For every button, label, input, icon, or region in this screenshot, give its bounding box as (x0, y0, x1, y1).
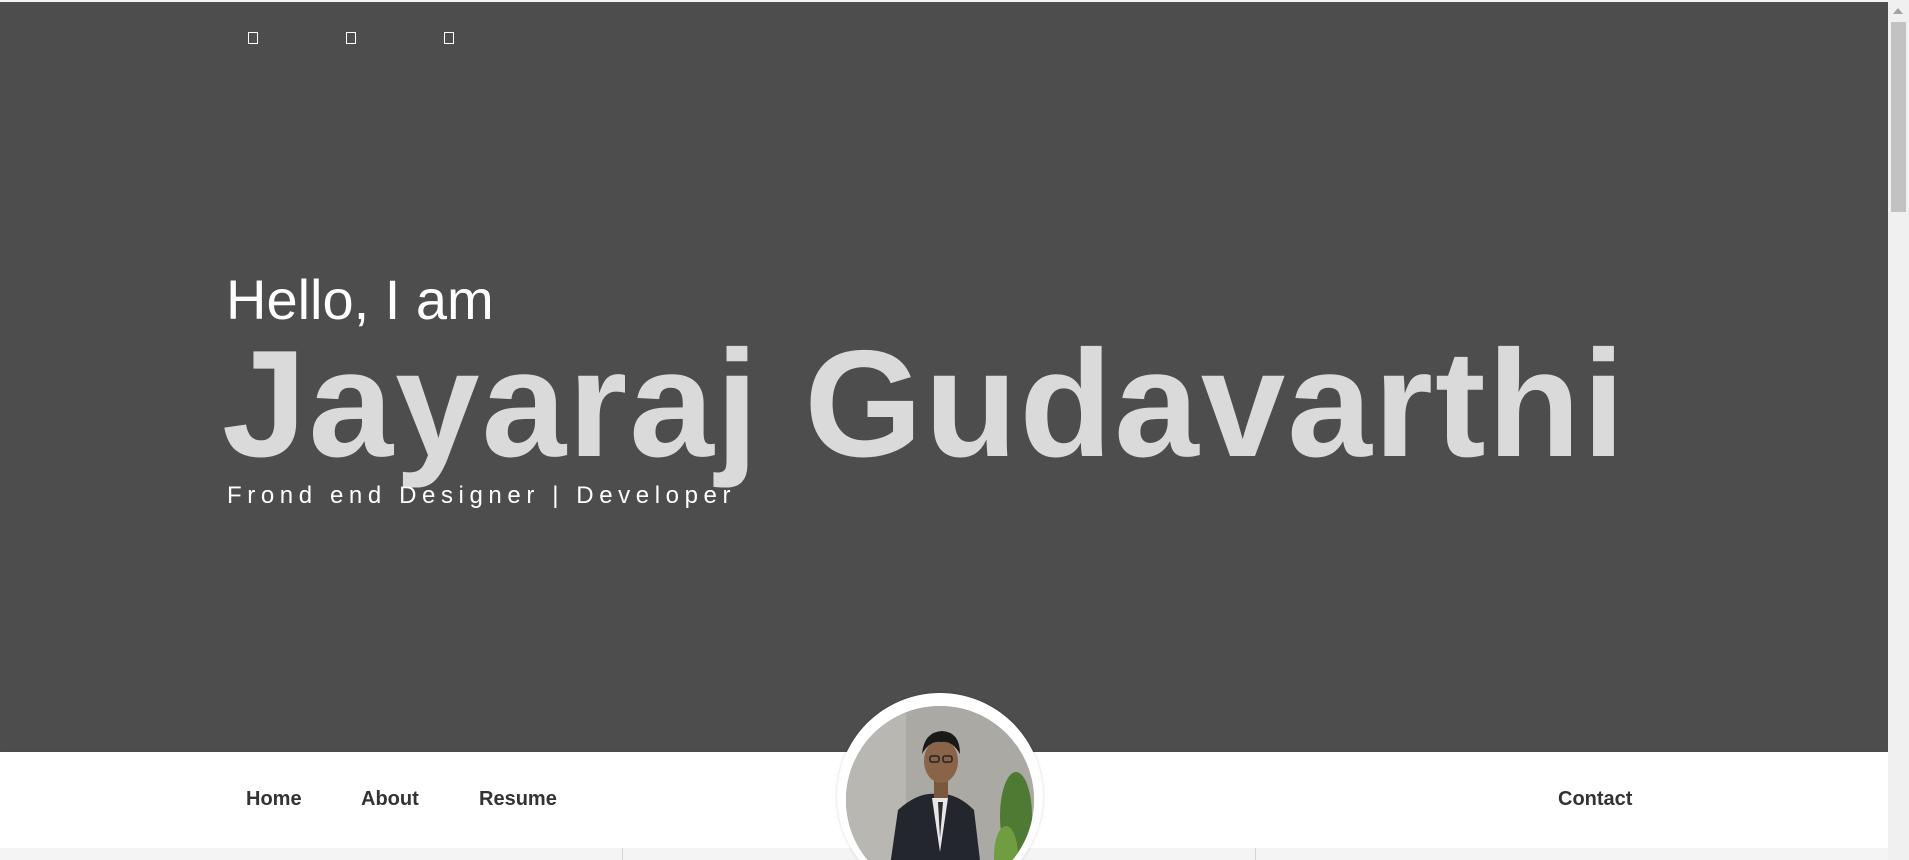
page: Hello, I am Jayaraj Gudavarthi Frond end… (0, 0, 1888, 860)
hero-tagline: Frond end Designer | Developer (227, 482, 737, 509)
social-icon-3[interactable] (444, 32, 454, 44)
vertical-scrollbar[interactable] (1888, 0, 1909, 860)
section-divider (1255, 848, 1256, 860)
nav-home[interactable]: Home (246, 788, 302, 811)
section-divider (622, 848, 623, 860)
social-icon-1[interactable] (248, 32, 258, 44)
nav-about[interactable]: About (361, 788, 419, 811)
social-icon-2[interactable] (346, 32, 356, 44)
nav-resume[interactable]: Resume (479, 788, 557, 811)
hero-section: Hello, I am Jayaraj Gudavarthi Frond end… (0, 2, 1888, 752)
nav-contact[interactable]: Contact (1558, 788, 1632, 811)
scrollbar-thumb[interactable] (1891, 22, 1906, 212)
scroll-up-arrow-icon[interactable] (1893, 8, 1903, 14)
hero-name: Jayaraj Gudavarthi (222, 319, 1627, 489)
social-links (248, 32, 454, 44)
